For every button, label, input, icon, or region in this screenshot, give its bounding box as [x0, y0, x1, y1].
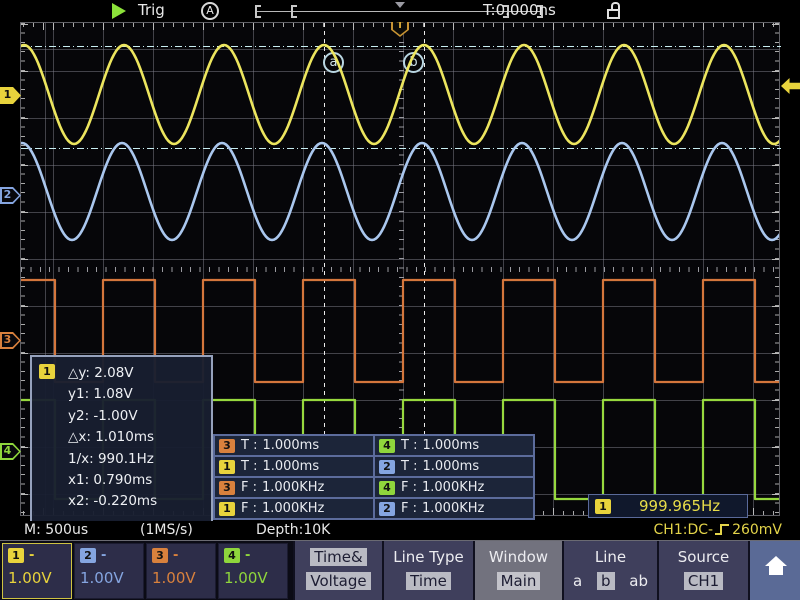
unlock-icon[interactable]	[604, 2, 622, 20]
ch3-level-marker[interactable]: 3	[0, 332, 21, 349]
cursor-y1-horizontal-line[interactable]	[21, 46, 781, 47]
ch3-coupling: -	[173, 548, 178, 563]
cursor-a-label: a	[323, 52, 344, 73]
rising-edge-icon	[715, 523, 730, 537]
freq-counter-value: 999.965Hz	[639, 497, 720, 515]
bottom-menu-bar: 1- 1.00V 2- 1.00V 3- 1.00V 4- 1.00V Time…	[0, 540, 800, 600]
sample-rate-readout: (1MS/s)	[140, 522, 193, 538]
measurement-ch1-period: 1T :1.000ms	[214, 456, 374, 477]
auto-trigger-mode-icon: A	[201, 2, 219, 20]
menu-line-type-button[interactable]: Line Type Time	[382, 541, 473, 600]
oscilloscope-screen: Trig A T:0.000ns a b T	[0, 0, 800, 600]
menu-source-button[interactable]: Source CH1	[657, 541, 748, 600]
ch2-level-marker[interactable]: 2	[0, 187, 21, 204]
trigger-settings-readout: CH1:DC- 260mV	[654, 522, 782, 538]
cursor-x2: x2: -0.220ms	[68, 491, 203, 512]
run-play-icon[interactable]	[112, 3, 126, 19]
trigger-time-readout: T:0.000ns	[483, 1, 556, 19]
cursor-x1: x1: 0.790ms	[68, 470, 203, 491]
view-left-bracket-icon	[291, 5, 297, 18]
frequency-counter: 1 999.965Hz	[588, 494, 748, 518]
line-option-b[interactable]: b	[597, 572, 615, 590]
measurement-ch3-period: 3T :1.000ms	[214, 435, 374, 456]
menu-line-button[interactable]: Line a b ab	[562, 541, 657, 600]
measurement-ch2-period: 2T :1.000ms	[374, 456, 534, 477]
measurement-ch2-frequency: 2F :1.000KHz	[374, 498, 534, 519]
status-bar: M: 500us (1MS/s) Depth:10K CH1:DC- 260mV	[0, 521, 800, 540]
measurement-ch4-frequency: 4F :1.000KHz	[374, 477, 534, 498]
ch1-scale: 1.00V	[8, 569, 66, 587]
menu-time-voltage-button[interactable]: Time& Voltage	[293, 541, 382, 600]
cursor-delta-x: △x: 1.010ms	[68, 427, 203, 448]
record-left-bracket-icon	[255, 5, 261, 18]
freq-counter-channel-badge: 1	[595, 499, 611, 514]
ch4-settings-box[interactable]: 4- 1.00V	[218, 543, 288, 599]
measurements-panel: 3T :1.000ms 4T :1.000ms 1T :1.000ms 2T :…	[213, 434, 535, 520]
line-option-ab[interactable]: ab	[629, 572, 648, 590]
cursor-y1: y1: 1.08V	[68, 384, 203, 405]
ch3-settings-box[interactable]: 3- 1.00V	[146, 543, 216, 599]
trig-label: Trig	[138, 1, 165, 19]
top-status-bar: Trig A T:0.000ns	[0, 0, 800, 22]
line-option-a[interactable]: a	[573, 572, 582, 590]
timebase-readout: M: 500us	[24, 522, 88, 538]
cursor-y2-horizontal-line[interactable]	[21, 148, 781, 149]
ch4-scale: 1.00V	[224, 569, 282, 587]
cursor-panel-channel-badge: 1	[39, 364, 55, 379]
ch2-settings-box[interactable]: 2- 1.00V	[74, 543, 144, 599]
measurement-ch4-period: 4T :1.000ms	[374, 435, 534, 456]
window-position-marker-icon	[395, 2, 405, 8]
home-button[interactable]	[748, 541, 800, 600]
measurement-ch1-frequency: 1F :1.000KHz	[214, 498, 374, 519]
memory-depth-readout: Depth:10K	[256, 522, 330, 538]
ch2-coupling: -	[101, 548, 106, 563]
ch2-scale: 1.00V	[80, 569, 138, 587]
ch1-level-marker[interactable]: 1	[0, 87, 21, 104]
ch1-settings-box[interactable]: 1- 1.00V	[2, 543, 72, 599]
trigger-level-arrow-icon[interactable]	[781, 78, 800, 94]
ch1-coupling: -	[29, 548, 34, 563]
trigger-position-marker[interactable]: T	[391, 20, 409, 37]
home-icon	[765, 556, 787, 566]
ch4-level-marker[interactable]: 4	[0, 443, 21, 460]
cursor-measure-panel: 1 △y: 2.08V y1: 1.08V y2: -1.00V △x: 1.0…	[30, 355, 213, 525]
cursor-b-label: b	[403, 52, 424, 73]
measurement-ch3-frequency: 3F :1.000KHz	[214, 477, 374, 498]
cursor-inverse-x: 1/x: 990.1Hz	[68, 449, 203, 470]
ch3-scale: 1.00V	[152, 569, 210, 587]
ch4-coupling: -	[245, 548, 250, 563]
menu-window-button[interactable]: Window Main	[473, 541, 562, 600]
cursor-y2: y2: -1.00V	[68, 406, 203, 427]
cursor-delta-y: △y: 2.08V	[68, 363, 203, 384]
